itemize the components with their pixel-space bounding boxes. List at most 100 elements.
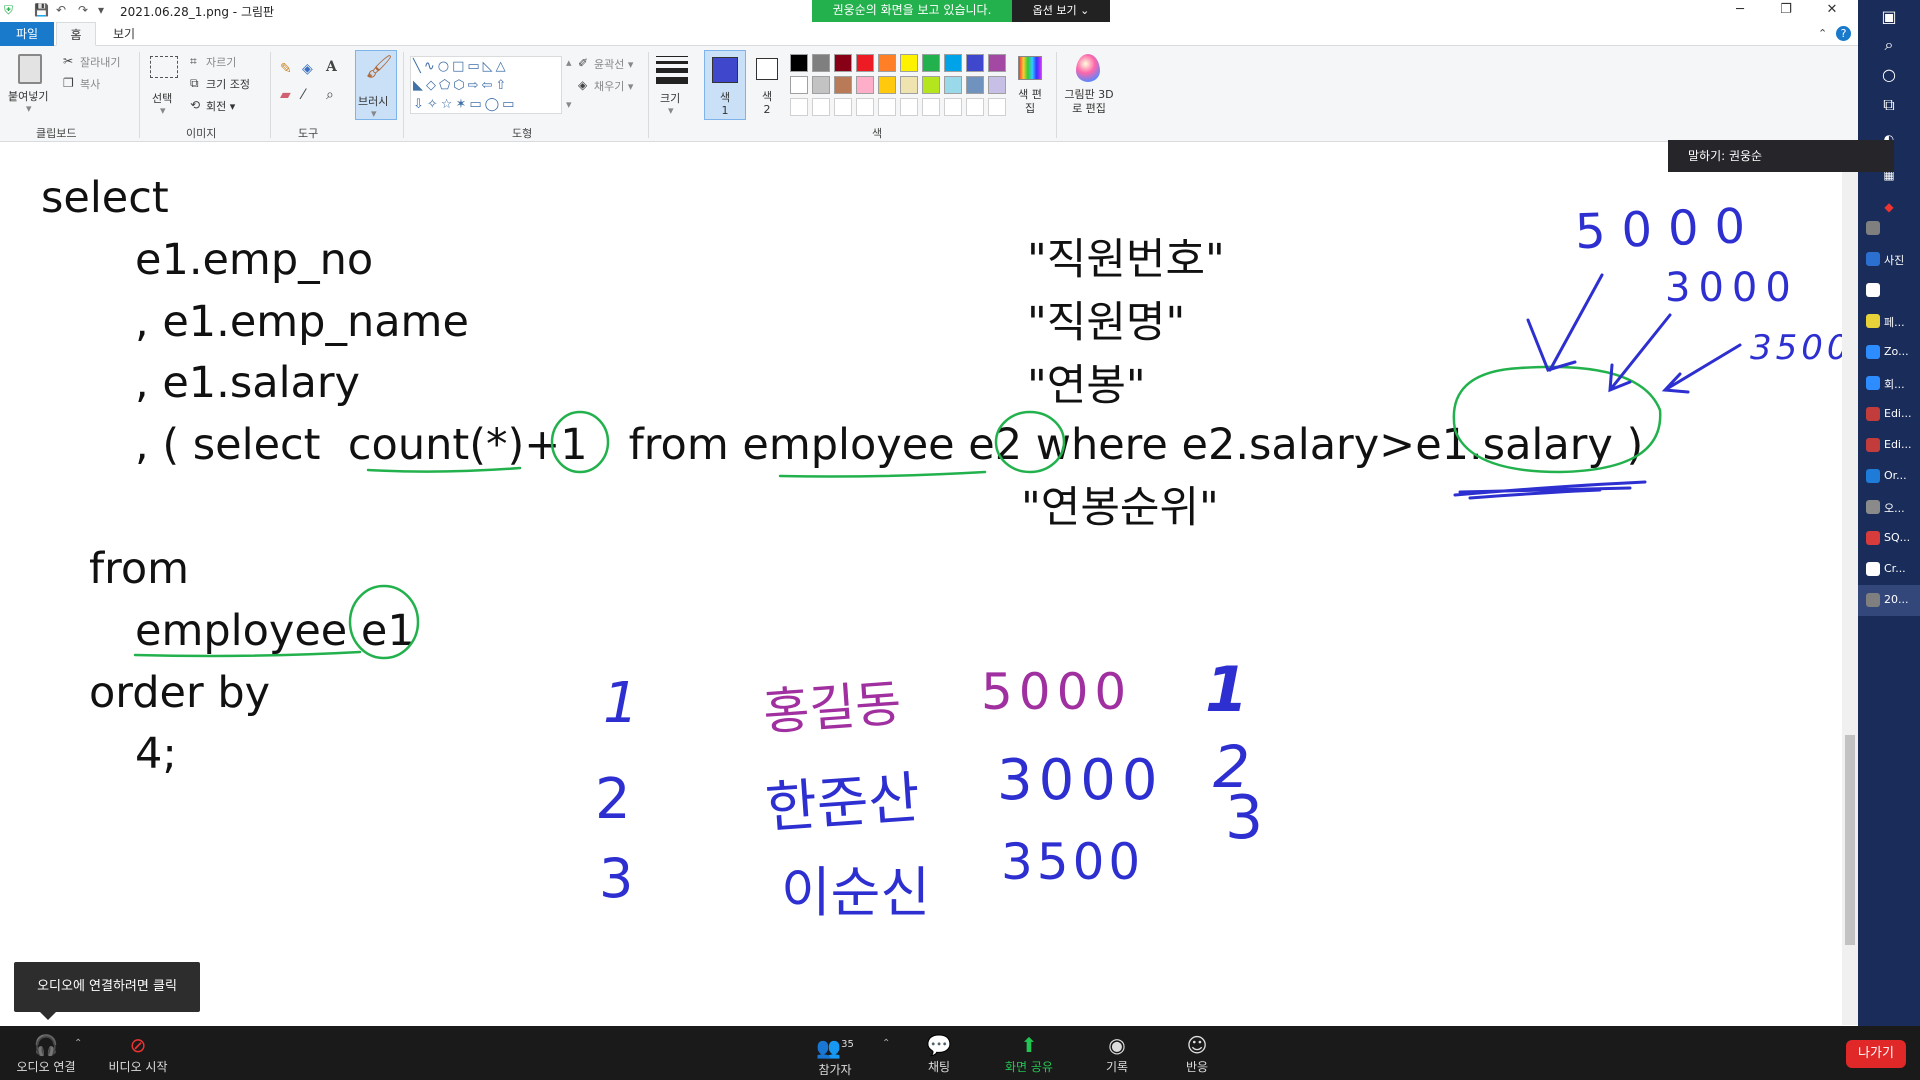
palette-custom-swatch[interactable] bbox=[900, 98, 918, 116]
palette-swatch[interactable] bbox=[944, 76, 962, 94]
task-view-icon[interactable]: ⧉ bbox=[1858, 90, 1920, 120]
palette-swatch[interactable] bbox=[988, 76, 1006, 94]
resize-button[interactable]: 크기 조정 bbox=[206, 76, 250, 92]
audio-connect-tooltip[interactable]: 오디오에 연결하려면 클릭 bbox=[14, 962, 200, 1020]
taskbar-app-item[interactable] bbox=[1858, 213, 1920, 244]
palette-swatch[interactable] bbox=[900, 54, 918, 72]
palette-swatch[interactable] bbox=[834, 54, 852, 72]
fill-icon[interactable]: ◈ bbox=[302, 62, 313, 76]
paint-canvas[interactable]: select e1.emp_no , e1.emp_name , e1.sala… bbox=[0, 143, 1849, 1025]
taskbar-app-item[interactable]: 20... bbox=[1858, 585, 1920, 616]
taskbar-app-item[interactable]: Or... bbox=[1858, 461, 1920, 492]
palette-swatch[interactable] bbox=[856, 76, 874, 94]
audio-options-chevron[interactable]: ⌃ bbox=[74, 1038, 82, 1049]
edit-colors-button[interactable]: 색 편집 bbox=[1016, 88, 1044, 116]
color-picker-icon[interactable]: ⁄ bbox=[302, 88, 304, 102]
palette-swatch[interactable] bbox=[856, 54, 874, 72]
leave-button[interactable]: 나가기 bbox=[1846, 1040, 1906, 1068]
select-icon[interactable] bbox=[150, 56, 178, 78]
palette-custom-swatch[interactable] bbox=[922, 98, 940, 116]
rotate-button[interactable]: 회전 ▾ bbox=[206, 98, 235, 114]
taskbar-app-item[interactable]: Edi... bbox=[1858, 399, 1920, 430]
palette-swatch[interactable] bbox=[966, 76, 984, 94]
record-button[interactable]: ◉ 기록 bbox=[1082, 1026, 1152, 1080]
fill-dropdown[interactable]: 채우기 ▾ bbox=[594, 78, 633, 94]
palette-swatch[interactable] bbox=[790, 76, 808, 94]
chevron-down-icon[interactable]: ▾ bbox=[98, 3, 104, 17]
paint3d-icon[interactable] bbox=[1076, 54, 1100, 82]
redo-icon[interactable]: ↷ bbox=[78, 3, 88, 17]
collapse-ribbon-icon[interactable]: ⌃ bbox=[1818, 27, 1827, 41]
tab-view[interactable]: 보기 bbox=[104, 22, 144, 46]
scrollbar-thumb[interactable] bbox=[1845, 735, 1855, 945]
taskbar-app-item[interactable]: 회... bbox=[1858, 368, 1920, 399]
size-icon[interactable] bbox=[656, 56, 688, 84]
palette-custom-swatch[interactable] bbox=[988, 98, 1006, 116]
maximize-button[interactable]: ❐ bbox=[1764, 0, 1808, 22]
pencil-icon[interactable]: ✎ bbox=[280, 62, 292, 76]
shapes-scroll[interactable]: ▴ bbox=[566, 56, 572, 69]
taskbar-app-item[interactable]: Edi... bbox=[1858, 430, 1920, 461]
palette-custom-swatch[interactable] bbox=[812, 98, 830, 116]
crop-button[interactable]: 자르기 bbox=[206, 54, 236, 70]
participants-chevron[interactable]: ⌃ bbox=[882, 1038, 890, 1049]
save-icon[interactable]: 💾 bbox=[34, 3, 49, 17]
color1-button[interactable]: 색 1 bbox=[704, 50, 746, 120]
minimize-button[interactable]: ─ bbox=[1718, 0, 1762, 22]
magnifier-icon[interactable]: ⌕ bbox=[326, 88, 334, 102]
palette-swatch[interactable] bbox=[944, 54, 962, 72]
palette-swatch[interactable] bbox=[834, 76, 852, 94]
search-icon[interactable]: ⌕ bbox=[1858, 30, 1920, 60]
cortana-icon[interactable]: ○ bbox=[1858, 60, 1920, 90]
join-audio-button[interactable]: 🎧 오디오 연결 bbox=[8, 1026, 84, 1080]
palette-swatch[interactable] bbox=[922, 76, 940, 94]
color2-swatch[interactable] bbox=[756, 58, 778, 80]
undo-icon[interactable]: ↶ bbox=[56, 3, 66, 17]
edit-colors-icon[interactable] bbox=[1018, 56, 1042, 80]
palette-swatch[interactable] bbox=[812, 76, 830, 94]
palette-custom-swatch[interactable] bbox=[834, 98, 852, 116]
taskbar-app-item[interactable] bbox=[1858, 275, 1920, 306]
chat-button[interactable]: 💬 채팅 bbox=[904, 1026, 974, 1080]
taskbar-app-item[interactable]: SQ... bbox=[1858, 523, 1920, 554]
palette-swatch[interactable] bbox=[966, 54, 984, 72]
reactions-button[interactable]: ☺ 반응 bbox=[1162, 1026, 1232, 1080]
palette-swatch[interactable] bbox=[878, 76, 896, 94]
palette-swatch[interactable] bbox=[812, 54, 830, 72]
taskbar-app-item[interactable]: 오... bbox=[1858, 492, 1920, 523]
outline-dropdown[interactable]: 윤곽선 ▾ bbox=[594, 56, 633, 72]
brushes-button[interactable]: 🖌 브러시 ▾ bbox=[355, 50, 397, 120]
taskbar-app-item[interactable]: Zo... bbox=[1858, 337, 1920, 368]
palette-swatch[interactable] bbox=[878, 54, 896, 72]
help-icon[interactable]: ? bbox=[1836, 26, 1851, 41]
palette-custom-swatch[interactable] bbox=[966, 98, 984, 116]
palette-swatch[interactable] bbox=[900, 76, 918, 94]
taskbar-app-item[interactable]: 페... bbox=[1858, 306, 1920, 337]
palette-swatch[interactable] bbox=[790, 54, 808, 72]
shapes-gallery[interactable]: ╲∿○□▭◺△ ◣◇⬠⬡⇨⇦⇧ ⇩✧☆✶▭◯▭ bbox=[410, 56, 562, 114]
text-icon[interactable]: A bbox=[326, 60, 337, 74]
tab-file[interactable]: 파일 bbox=[0, 22, 54, 46]
palette-swatch[interactable] bbox=[922, 54, 940, 72]
close-button[interactable]: ✕ bbox=[1810, 0, 1854, 22]
palette-custom-swatch[interactable] bbox=[790, 98, 808, 116]
taskbar-app-item[interactable]: Cr... bbox=[1858, 554, 1920, 585]
window-icon[interactable]: ▣ bbox=[1858, 2, 1920, 32]
copy-button[interactable]: 복사 bbox=[80, 76, 100, 92]
start-video-button[interactable]: ⊘ 비디오 시작 bbox=[100, 1026, 176, 1080]
palette-custom-swatch[interactable] bbox=[944, 98, 962, 116]
paint3d-button[interactable]: 그림판 3D로 편집 bbox=[1064, 88, 1114, 116]
participants-button[interactable]: 👥35 참가자 bbox=[800, 1026, 870, 1080]
share-screen-button[interactable]: ⬆ 화면 공유 bbox=[992, 1026, 1066, 1080]
view-options-button[interactable]: 옵션 보기 ⌄ bbox=[1012, 0, 1110, 22]
palette-custom-swatch[interactable] bbox=[878, 98, 896, 116]
tab-home[interactable]: 홈 bbox=[56, 22, 96, 46]
eraser-icon[interactable]: ▰ bbox=[280, 88, 291, 102]
cut-button[interactable]: 잘라내기 bbox=[80, 54, 120, 70]
palette-swatch[interactable] bbox=[988, 54, 1006, 72]
color2-button[interactable]: 색 2 bbox=[760, 90, 774, 116]
shapes-more[interactable]: ▾ bbox=[566, 98, 572, 111]
palette-custom-swatch[interactable] bbox=[856, 98, 874, 116]
taskbar-app-item[interactable]: 사진 bbox=[1858, 244, 1920, 275]
paste-icon[interactable] bbox=[18, 54, 42, 84]
